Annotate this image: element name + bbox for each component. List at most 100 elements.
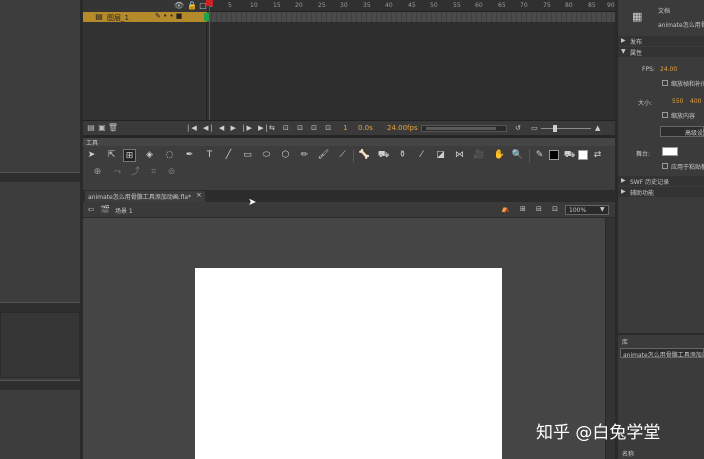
document-tab[interactable]: animate怎么用骨骼工具添加动画.fla* × <box>85 191 205 202</box>
accessibility-title: 辅助功能 <box>630 190 655 197</box>
fill-color-swatch[interactable] <box>578 150 588 160</box>
zoom-select[interactable]: 100% ▼ <box>565 205 609 215</box>
layer-row[interactable]: ▤ 图层_1 ✎ • • ■ <box>83 12 207 22</box>
properties-section-header[interactable]: ▼ 属性 <box>618 47 704 57</box>
stroke-color-swatch[interactable] <box>549 150 559 160</box>
scene-label[interactable]: 场景 1 <box>115 206 133 215</box>
timeline-zoom-large-icon[interactable]: ▲ <box>595 124 600 132</box>
frame-number: 10 <box>250 2 258 9</box>
option-icon-4[interactable]: ⊚ <box>165 166 178 179</box>
frame-number: 75 <box>543 2 551 9</box>
fps-field[interactable]: 24.00 <box>660 66 677 73</box>
scale-content-label: 缩放内容 <box>671 113 696 120</box>
stage-color-swatch[interactable] <box>662 147 678 156</box>
pencil-tool-icon[interactable]: ✏ <box>298 149 311 162</box>
paint-bucket-tool-icon[interactable]: ⛟ <box>377 149 390 162</box>
zoom-value: 100% <box>569 207 587 214</box>
swap-colors-icon[interactable]: ⇄ <box>591 149 604 162</box>
option-icon-3[interactable]: ⌗ <box>147 166 160 179</box>
left-panel-lower <box>0 312 80 378</box>
back-arrow-icon[interactable]: ⇦ <box>85 205 97 215</box>
oval-tool-icon[interactable]: ⬭ <box>260 149 273 162</box>
zoom-tool-icon[interactable]: 🔍 <box>511 149 524 162</box>
pasteboard-label: 应用于粘贴板 <box>671 164 704 171</box>
3d-rotation-tool-icon[interactable]: ◈ <box>143 149 156 162</box>
collapse-arrow-icon: ▶ <box>621 188 626 195</box>
accessibility-section-header[interactable]: ▶ 辅助功能 <box>618 187 704 197</box>
stroke-color-icon[interactable]: ✎ <box>533 149 546 162</box>
playhead-handle[interactable] <box>206 0 213 6</box>
frame-number: 65 <box>498 2 506 9</box>
frame-cells[interactable] <box>207 12 615 22</box>
stage-label: 舞台: <box>636 151 651 158</box>
text-tool-icon[interactable]: T <box>203 149 216 162</box>
eye-icon[interactable]: 👁 <box>173 1 185 11</box>
lasso-tool-icon[interactable]: ◌ <box>163 149 176 162</box>
fps-readout[interactable]: 24.00fps <box>387 124 418 132</box>
left-panel-divider-2[interactable] <box>0 302 80 312</box>
pen-tool-icon[interactable]: ✒ <box>183 149 196 162</box>
eyedropper-tool-icon[interactable]: ⁄ <box>415 149 428 162</box>
width-tool-icon[interactable]: ⋈ <box>453 149 466 162</box>
frame-number: 50 <box>430 2 438 9</box>
library-file-select[interactable]: animate怎么用骨骼工具添加动画.fla <box>620 348 704 358</box>
chevron-down-icon: ▼ <box>600 206 605 213</box>
playback-controls[interactable]: |◀ ◀| ◀ ▶ |▶ ▶| <box>187 124 270 132</box>
line-tool-icon[interactable]: ╱ <box>222 149 235 162</box>
timeline-zoom-slider[interactable] <box>541 128 591 129</box>
subselection-tool-icon[interactable]: ⇱ <box>105 149 118 162</box>
library-title[interactable]: 库 <box>622 337 628 346</box>
left-panel-divider-1[interactable] <box>0 172 80 182</box>
frame-number: 25 <box>318 2 326 9</box>
smooth-icon[interactable]: ⤳ <box>111 166 124 179</box>
timeline-scroll-thumb[interactable] <box>426 127 496 130</box>
free-transform-tool-icon[interactable]: ⊞ <box>123 149 136 162</box>
loop-icon[interactable]: ⇆ <box>269 124 275 132</box>
straighten-icon[interactable]: ⤴ <box>129 166 142 179</box>
frame-ruler[interactable]: 1 5 10 15 20 25 30 35 40 45 50 55 60 65 … <box>207 0 615 12</box>
tool-separator <box>353 149 354 163</box>
tool-separator <box>529 149 530 163</box>
polystar-tool-icon[interactable]: ⬡ <box>279 149 292 162</box>
bone-tool-icon[interactable]: 🦴 <box>358 149 371 162</box>
timeline-scrollbar[interactable] <box>421 125 507 132</box>
advanced-settings-button[interactable]: 高级设置 <box>660 126 704 137</box>
selection-tool-icon[interactable]: ➤ <box>85 149 98 162</box>
library-name-column[interactable]: 名称 <box>622 449 634 458</box>
playhead[interactable] <box>209 0 210 120</box>
pasteboard-checkbox[interactable] <box>662 163 668 169</box>
time-readout[interactable]: 0.0s <box>358 124 373 132</box>
rectangle-tool-icon[interactable]: ▭ <box>241 149 254 162</box>
left-panel-divider-3[interactable] <box>0 380 80 390</box>
timeline-zoom-handle[interactable] <box>553 125 557 132</box>
scale-content-checkbox[interactable] <box>662 112 668 118</box>
onion-skin-icons[interactable]: ⊡ ⊡ ⊡ ⊡ <box>283 124 334 132</box>
current-frame-readout[interactable]: 1 <box>343 124 347 132</box>
timeline-controls: ▤ ▣ 🗑 |◀ ◀| ◀ ▶ |▶ ▶| ⇆ ⊡ ⊡ ⊡ ⊡ 1 0.0s 2… <box>83 120 615 135</box>
document-tab-bar: animate怎么用骨骼工具添加动画.fla* × <box>83 190 615 202</box>
hand-tool-icon[interactable]: ✋ <box>493 149 506 162</box>
snap-icon[interactable]: ⊕ <box>91 166 104 179</box>
publish-section-header[interactable]: ▶ 发布 <box>618 36 704 46</box>
width-field[interactable]: 550 <box>672 98 683 105</box>
timeline-zoom-icons[interactable]: ↺ ▭ <box>515 124 542 132</box>
delete-layer-icon[interactable]: 🗑 <box>107 123 119 133</box>
stage-canvas[interactable] <box>195 268 502 459</box>
eraser-tool-icon[interactable]: ◪ <box>434 149 447 162</box>
close-tab-icon[interactable]: × <box>196 191 202 199</box>
expand-arrow-icon: ▼ <box>621 48 626 55</box>
ink-bottle-tool-icon[interactable]: ⚱ <box>396 149 409 162</box>
fps-unit: fps <box>407 124 418 132</box>
layer-toggles[interactable]: ✎ • • ■ <box>155 12 182 20</box>
paint-brush-tool-icon[interactable]: ⟋ <box>336 149 349 162</box>
scale-frames-checkbox[interactable] <box>662 80 668 86</box>
frame-number: 30 <box>340 2 348 9</box>
swf-history-section-header[interactable]: ▶ SWF 历史记录 <box>618 176 704 186</box>
height-field[interactable]: 400 <box>690 98 701 105</box>
document-icon: ▦ <box>632 10 643 23</box>
frame-number: 35 <box>363 2 371 9</box>
fill-color-icon[interactable]: ⛟ <box>563 149 576 162</box>
camera-tool-icon[interactable]: 🎥 <box>473 149 486 162</box>
document-name: animate怎么用骨骼 <box>658 22 704 29</box>
brush-tool-icon[interactable]: 🖌 <box>317 149 330 162</box>
